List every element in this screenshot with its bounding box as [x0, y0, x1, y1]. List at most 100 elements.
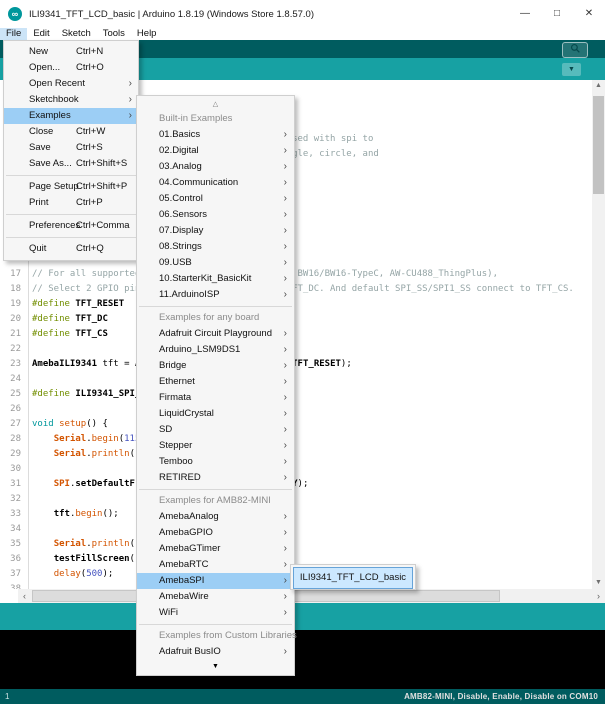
- file-menu-item-close[interactable]: CloseCtrl+W: [4, 124, 138, 140]
- menu-item-label: AmebaRTC: [159, 559, 208, 570]
- examples-menu-item-02-digital[interactable]: 02.Digital›: [137, 143, 294, 159]
- chevron-down-icon: ▼: [568, 66, 575, 73]
- menubar-item-file[interactable]: File: [0, 28, 27, 40]
- examples-menu-item-10-starterkit-basickit[interactable]: 10.StarterKit_BasicKit›: [137, 271, 294, 287]
- menu-item-ili9341-tft-lcd-basic[interactable]: ILI9341_TFT_LCD_basic: [293, 567, 413, 589]
- file-menu-item-open-recent[interactable]: Open Recent›: [4, 76, 138, 92]
- examples-menu-item-adafruit-circuit-playground[interactable]: Adafruit Circuit Playground›: [137, 326, 294, 342]
- examples-menu-item-stepper[interactable]: Stepper›: [137, 438, 294, 454]
- minimize-button[interactable]: —: [509, 0, 541, 28]
- menu-item-label: Examples from Custom Libraries: [159, 630, 297, 641]
- file-menu-item-sketchbook[interactable]: Sketchbook›: [4, 92, 138, 108]
- examples-menu-item-amebawire[interactable]: AmebaWire›: [137, 589, 294, 605]
- submenu-arrow-icon: ›: [284, 605, 287, 621]
- menu-item-shortcut: Ctrl+N: [76, 44, 103, 60]
- submenu-arrow-icon: ›: [284, 644, 287, 660]
- menu-scroll-up-icon[interactable]: △: [137, 98, 294, 111]
- examples-menu-item-06-sensors[interactable]: 06.Sensors›: [137, 207, 294, 223]
- examples-menu-item-firmata[interactable]: Firmata›: [137, 390, 294, 406]
- submenu-arrow-icon: ›: [284, 143, 287, 159]
- examples-menu-item-09-usb[interactable]: 09.USB›: [137, 255, 294, 271]
- menu-item-label: RETIRED: [159, 472, 201, 483]
- examples-menu-item-amebartc[interactable]: AmebaRTC›: [137, 557, 294, 573]
- examples-menu-item-ethernet[interactable]: Ethernet›: [137, 374, 294, 390]
- menu-scroll-down-icon[interactable]: ▼: [137, 660, 294, 673]
- file-menu-item-preferences[interactable]: PreferencesCtrl+Comma: [4, 218, 138, 234]
- serial-monitor-button[interactable]: [562, 42, 588, 58]
- close-button[interactable]: ✕: [573, 0, 605, 28]
- examples-menu-item-05-control[interactable]: 05.Control›: [137, 191, 294, 207]
- file-menu-item-new[interactable]: New Ctrl+N: [4, 44, 138, 60]
- examples-menu-item-temboo[interactable]: Temboo›: [137, 454, 294, 470]
- examples-menu-item-08-strings[interactable]: 08.Strings›: [137, 239, 294, 255]
- board-status-text: AMB82-MINI, Disable, Enable, Disable on …: [404, 692, 598, 701]
- menu-item-label: Quit: [29, 243, 46, 254]
- menu-separator: [139, 624, 292, 625]
- examples-menu-item-01-basics[interactable]: 01.Basics›: [137, 127, 294, 143]
- menu-item-shortcut: Ctrl+Shift+S: [76, 156, 127, 172]
- examples-menu-item-bridge[interactable]: Bridge›: [137, 358, 294, 374]
- examples-menu-item-amebagpio[interactable]: AmebaGPIO›: [137, 525, 294, 541]
- examples-menu-item-03-analog[interactable]: 03.Analog›: [137, 159, 294, 175]
- file-menu-item-quit[interactable]: Quit Ctrl+Q: [4, 241, 138, 257]
- menu-item-shortcut: Ctrl+W: [76, 124, 105, 140]
- file-menu-item-page-setup[interactable]: Page SetupCtrl+Shift+P: [4, 179, 138, 195]
- menubar-item-tools[interactable]: Tools: [97, 28, 131, 40]
- line-number: 31: [0, 477, 21, 492]
- submenu-arrow-icon: ›: [284, 207, 287, 223]
- file-menu: New Ctrl+NOpen...Ctrl+OOpen Recent›Sketch…: [3, 40, 139, 261]
- examples-menu-item-amebaanalog[interactable]: AmebaAnalog›: [137, 509, 294, 525]
- file-menu-item-print[interactable]: PrintCtrl+P: [4, 195, 138, 211]
- menubar-item-sketch[interactable]: Sketch: [56, 28, 97, 40]
- examples-menu-item-arduino-lsm9ds1[interactable]: Arduino_LSM9DS1›: [137, 342, 294, 358]
- examples-menu-item-adafruit-busio[interactable]: Adafruit BusIO ›: [137, 644, 294, 660]
- examples-menu-item-retired[interactable]: RETIRED›: [137, 470, 294, 486]
- examples-menu-item-11-arduinoisp[interactable]: 11.ArduinoISP›: [137, 287, 294, 303]
- menu-item-shortcut: Ctrl+Q: [76, 241, 104, 257]
- maximize-button[interactable]: □: [541, 0, 573, 28]
- submenu-arrow-icon: ›: [284, 438, 287, 454]
- menubar-item-edit[interactable]: Edit: [27, 28, 55, 40]
- scroll-right-arrow-icon[interactable]: ›: [592, 589, 605, 603]
- menu-item-shortcut: Ctrl+Shift+P: [76, 179, 127, 195]
- submenu-arrow-icon: ›: [284, 175, 287, 191]
- menu-item-label: Ethernet: [159, 376, 195, 387]
- submenu-arrow-icon: ›: [284, 525, 287, 541]
- ide-status-strip: [0, 603, 605, 630]
- submenu-arrow-icon: ›: [284, 191, 287, 207]
- scroll-left-arrow-icon[interactable]: ‹: [18, 589, 31, 603]
- submenu-arrow-icon: ›: [284, 422, 287, 438]
- arduino-logo-icon: ∞: [8, 7, 22, 21]
- menu-item-label: Page Setup: [29, 181, 79, 192]
- title-bar[interactable]: ∞ ILI9341_TFT_LCD_basic | Arduino 1.8.19…: [0, 0, 605, 28]
- scroll-up-arrow-icon[interactable]: ▲: [592, 80, 605, 92]
- examples-menu-item-sd[interactable]: SD›: [137, 422, 294, 438]
- examples-submenu: △Built-in Examples01.Basics›02.Digital›0…: [136, 95, 295, 676]
- file-menu-item-save-as-[interactable]: Save As...Ctrl+Shift+S: [4, 156, 138, 172]
- menu-separator: [6, 214, 136, 215]
- examples-menu-item-amebagtimer[interactable]: AmebaGTimer›: [137, 541, 294, 557]
- editor-vertical-scrollbar[interactable]: ▲ ▼: [592, 80, 605, 589]
- editor-horizontal-scrollbar[interactable]: ‹ ›: [18, 589, 605, 603]
- line-number: 38: [0, 582, 21, 589]
- examples-menu-item-04-communication[interactable]: 04.Communication ›: [137, 175, 294, 191]
- menu-item-label: Save: [29, 142, 51, 153]
- menubar-item-help[interactable]: Help: [131, 28, 163, 40]
- menu-item-label: Adafruit BusIO: [159, 646, 221, 657]
- menu-item-label: 04.Communication: [159, 177, 238, 188]
- examples-menu-item-wifi[interactable]: WiFi›: [137, 605, 294, 621]
- menu-item-label: New: [29, 46, 48, 57]
- tab-list-dropdown-button[interactable]: ▼: [562, 63, 581, 76]
- scroll-down-arrow-icon[interactable]: ▼: [592, 577, 605, 589]
- examples-menu-item-liquidcrystal[interactable]: LiquidCrystal›: [137, 406, 294, 422]
- examples-menu-item-07-display[interactable]: 07.Display›: [137, 223, 294, 239]
- file-menu-item-open-[interactable]: Open...Ctrl+O: [4, 60, 138, 76]
- examples-menu-item-amebaspi[interactable]: AmebaSPI›: [137, 573, 294, 589]
- menu-item-label: Adafruit Circuit Playground: [159, 328, 272, 339]
- vertical-scrollbar-thumb[interactable]: [593, 96, 604, 194]
- menu-item-label: 09.USB: [159, 257, 192, 268]
- console-output[interactable]: [0, 630, 605, 689]
- file-menu-item-save[interactable]: SaveCtrl+S: [4, 140, 138, 156]
- submenu-arrow-icon: ›: [284, 358, 287, 374]
- file-menu-item-examples[interactable]: Examples›: [4, 108, 138, 124]
